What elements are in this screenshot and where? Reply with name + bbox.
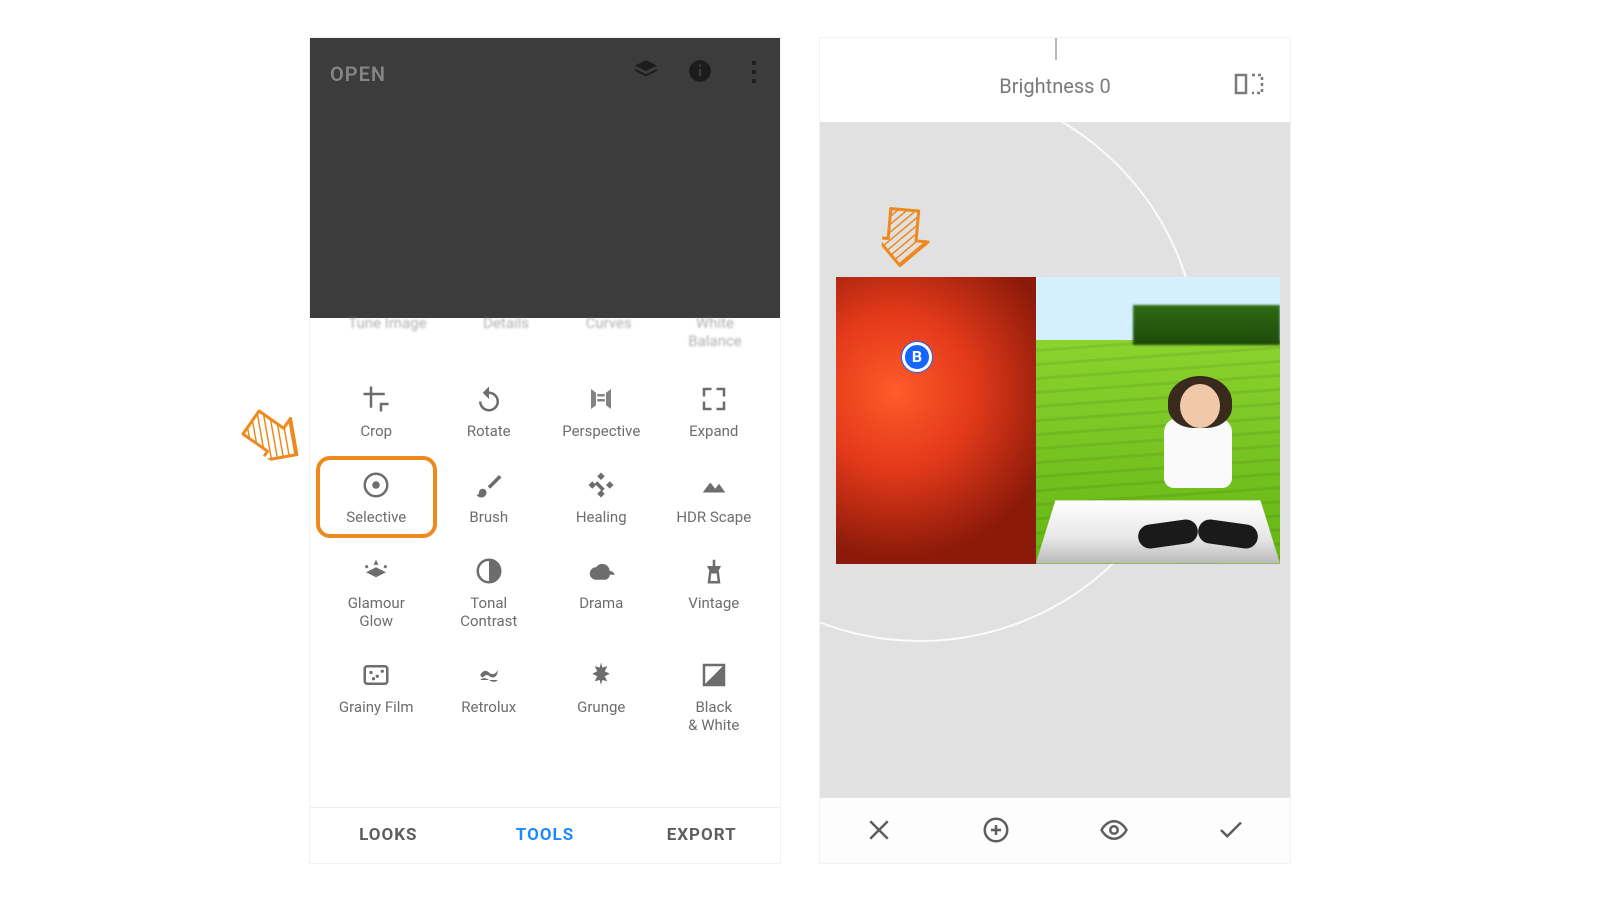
edit-canvas[interactable]: B xyxy=(820,122,1290,798)
label: Selective xyxy=(346,508,406,526)
tool-row-previous: Tune Image Details Curves White Balance xyxy=(310,314,780,360)
compare-icon[interactable] xyxy=(1234,72,1264,100)
image-preview-dim: OPEN ⋮ xyxy=(310,38,780,318)
action-bar xyxy=(820,797,1290,863)
add-point-button[interactable] xyxy=(938,798,1056,863)
selective-edit-screen: Brightness 0 xyxy=(820,38,1290,863)
tool-tonal-contrast[interactable]: Tonal Contrast xyxy=(433,556,546,630)
cancel-button[interactable] xyxy=(820,798,938,863)
label: Tonal Contrast xyxy=(460,594,517,630)
tool-brush[interactable]: Brush xyxy=(433,470,546,526)
info-icon[interactable] xyxy=(687,58,713,88)
crumb: Tune Image xyxy=(348,314,426,350)
open-button[interactable]: OPEN xyxy=(330,62,386,86)
label: Vintage xyxy=(688,594,739,612)
label: Crop xyxy=(360,422,392,440)
tool-vintage[interactable]: Vintage xyxy=(658,556,771,630)
tool-black-white[interactable]: Black & White xyxy=(658,660,771,734)
view-button[interactable] xyxy=(1055,798,1173,863)
tool-healing[interactable]: Healing xyxy=(545,470,658,526)
tab-looks[interactable]: LOOKS xyxy=(310,808,467,863)
tool-drama[interactable]: Drama xyxy=(545,556,658,630)
label: Healing xyxy=(576,508,627,526)
param-value: 0 xyxy=(1099,74,1110,98)
label: HDR Scape xyxy=(676,508,751,526)
label: Brush xyxy=(469,508,508,526)
photo xyxy=(836,277,1280,564)
tool-crop[interactable]: Crop xyxy=(320,384,433,440)
crumb: Curves xyxy=(586,314,632,350)
tool-glamour-glow[interactable]: Glamour Glow xyxy=(320,556,433,630)
tool-expand[interactable]: Expand xyxy=(658,384,771,440)
tool-grunge[interactable]: Grunge xyxy=(545,660,658,734)
tab-tools[interactable]: TOOLS xyxy=(467,808,624,863)
tool-rotate[interactable]: Rotate xyxy=(433,384,546,440)
tool-selective[interactable]: Selective xyxy=(316,456,437,538)
label: Black & White xyxy=(688,698,739,734)
slider-indicator xyxy=(1055,38,1057,60)
crumb: White Balance xyxy=(688,314,741,350)
tools-grid: Crop Rotate Perspective Expand Selective… xyxy=(310,360,780,744)
label: Rotate xyxy=(467,422,511,440)
crumb: Details xyxy=(483,314,529,350)
label: Expand xyxy=(689,422,738,440)
tool-hdr-scape[interactable]: HDR Scape xyxy=(658,470,771,526)
label: Grunge xyxy=(577,698,625,716)
tab-export[interactable]: EXPORT xyxy=(623,808,780,863)
label: Retrolux xyxy=(461,698,516,716)
tool-retrolux[interactable]: Retrolux xyxy=(433,660,546,734)
tool-perspective[interactable]: Perspective xyxy=(545,384,658,440)
parameter-readout: Brightness 0 xyxy=(820,74,1290,98)
bottom-tabs: LOOKS TOOLS EXPORT xyxy=(310,807,780,863)
label: Perspective xyxy=(562,422,640,440)
tools-screen: OPEN ⋮ Tune Image Details Curves White B… xyxy=(310,38,780,863)
overflow-menu-icon[interactable]: ⋮ xyxy=(741,67,768,77)
annotation-arrow-to-point xyxy=(879,204,955,280)
label: Glamour Glow xyxy=(348,594,405,630)
selective-point-badge[interactable]: B xyxy=(902,342,932,372)
tool-grainy-film[interactable]: Grainy Film xyxy=(320,660,433,734)
label: Drama xyxy=(579,594,623,612)
apply-button[interactable] xyxy=(1173,798,1291,863)
label: Grainy Film xyxy=(339,698,414,716)
layers-icon[interactable] xyxy=(633,58,659,88)
param-name: Brightness xyxy=(999,74,1094,98)
